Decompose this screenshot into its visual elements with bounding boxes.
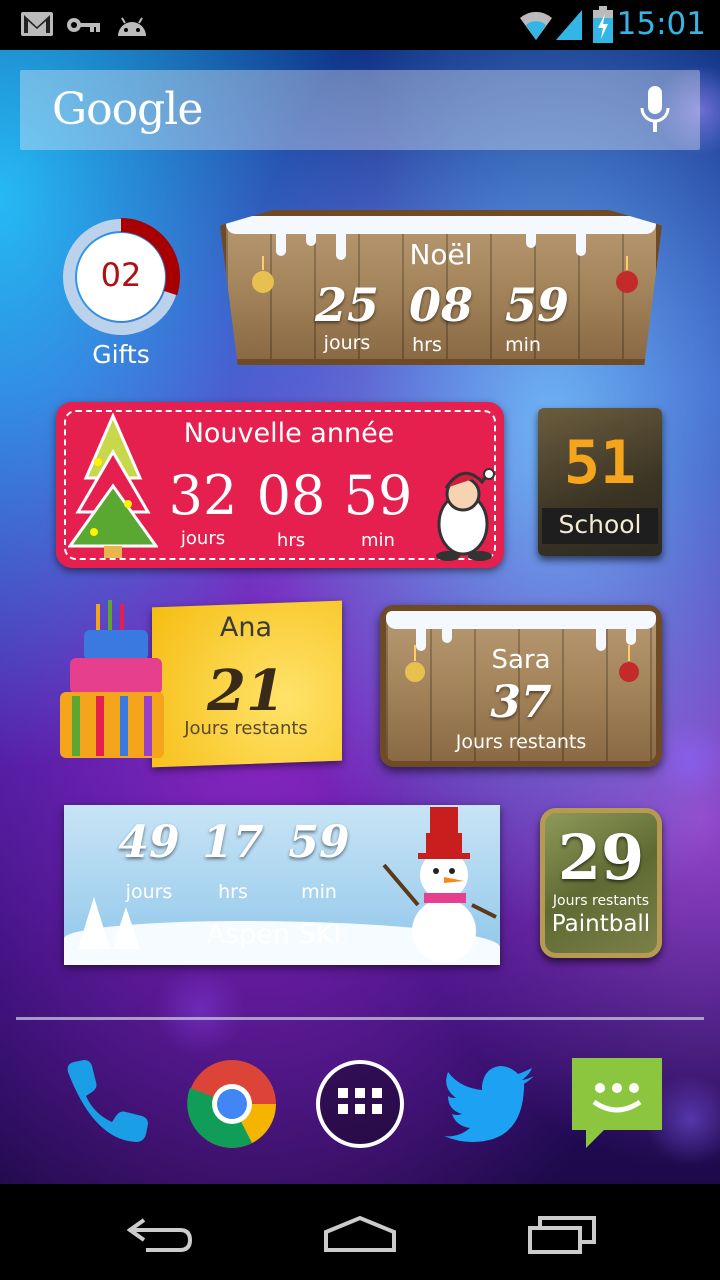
ana-count: 21: [207, 658, 285, 724]
paintball-count: 29: [557, 821, 645, 894]
status-bar: 15:01: [0, 0, 720, 50]
aspen-ski-widget[interactable]: 49 17 59 jours hrs min Aspen SKI: [64, 805, 500, 965]
phone-icon[interactable]: [58, 1058, 150, 1148]
aspen-hours-label: hrs: [218, 881, 248, 903]
nouvelle-annee-days-label: jours: [180, 528, 226, 549]
sara-label: Jours restants: [455, 731, 587, 753]
birthday-cake-icon: [60, 600, 164, 758]
mic-icon[interactable]: [640, 86, 670, 134]
noel-minutes: 59: [504, 278, 569, 332]
aspen-days-label: jours: [125, 881, 173, 903]
navigation-bar: [0, 1184, 720, 1280]
app-drawer-icon[interactable]: [314, 1058, 406, 1150]
ana-birthday-widget[interactable]: Ana 21 Jours restants: [56, 600, 346, 772]
nouvelle-annee-days: 32: [168, 464, 238, 527]
nouvelle-annee-hours-label: hrs: [276, 530, 306, 551]
nouvelle-annee-hours: 08: [256, 464, 326, 527]
android-icon: [118, 17, 146, 36]
ana-name: Ana: [219, 612, 273, 643]
paintball-label: Paintball: [551, 911, 651, 937]
gifts-widget[interactable]: 02 Gifts: [56, 212, 186, 372]
gmail-icon: [21, 12, 53, 36]
aspen-minutes-label: min: [301, 881, 337, 903]
nouvelle-annee-minutes: 59: [343, 464, 413, 527]
noel-hours-label: hrs: [412, 334, 442, 356]
aspen-title: Aspen SKI: [206, 919, 342, 950]
nouvelle-annee-widget[interactable]: Nouvelle année 32 08 59 jours hrs min: [56, 402, 504, 568]
snow-top: [226, 216, 656, 234]
wifi-icon: [520, 11, 552, 40]
battery-charging-icon: [593, 6, 613, 43]
aspen-hours: 17: [202, 817, 264, 868]
noel-minutes-label: min: [505, 334, 541, 356]
recents-icon[interactable]: [526, 1214, 598, 1256]
chrome-icon[interactable]: [186, 1058, 278, 1150]
dock-divider: [16, 1017, 704, 1020]
google-logo[interactable]: Google: [52, 84, 203, 135]
school-label: School: [558, 510, 642, 539]
nouvelle-annee-title: Nouvelle année: [183, 418, 395, 449]
noel-title: Noël: [409, 238, 473, 271]
school-count: 51: [563, 428, 637, 498]
noel-days-label: jours: [323, 332, 371, 354]
aspen-minutes: 59: [288, 817, 350, 868]
gifts-count: 02: [100, 256, 142, 294]
home-icon[interactable]: [322, 1214, 398, 1254]
santa-icon: [436, 468, 495, 561]
snow-top: [386, 611, 656, 629]
school-widget[interactable]: 51 School: [538, 408, 662, 556]
christmas-tree-icon: [68, 412, 158, 558]
back-icon[interactable]: [124, 1216, 196, 1254]
aspen-days: 49: [118, 817, 180, 868]
sara-name: Sara: [491, 645, 551, 675]
clock: 15:01: [616, 6, 706, 42]
paintball-sub: Jours restants: [552, 893, 650, 909]
gifts-label: Gifts: [92, 340, 150, 369]
signal-icon: [556, 10, 582, 40]
snowman-icon: [382, 807, 497, 963]
messaging-icon[interactable]: [572, 1058, 662, 1150]
noel-hours: 08: [408, 278, 473, 332]
key-icon: [67, 18, 100, 32]
nouvelle-annee-minutes-label: min: [361, 530, 395, 551]
twitter-icon[interactable]: [444, 1066, 536, 1142]
noel-countdown-widget[interactable]: Noël 25 08 59 jours hrs min: [220, 210, 662, 365]
paintball-widget[interactable]: 29 Jours restants Paintball: [540, 808, 662, 958]
ana-label: Jours restants: [184, 718, 308, 739]
sara-count: 37: [490, 677, 552, 728]
sara-countdown-widget[interactable]: Sara 37 Jours restants: [380, 605, 662, 767]
noel-days: 25: [314, 278, 379, 332]
google-search-bar[interactable]: Google: [20, 70, 700, 150]
